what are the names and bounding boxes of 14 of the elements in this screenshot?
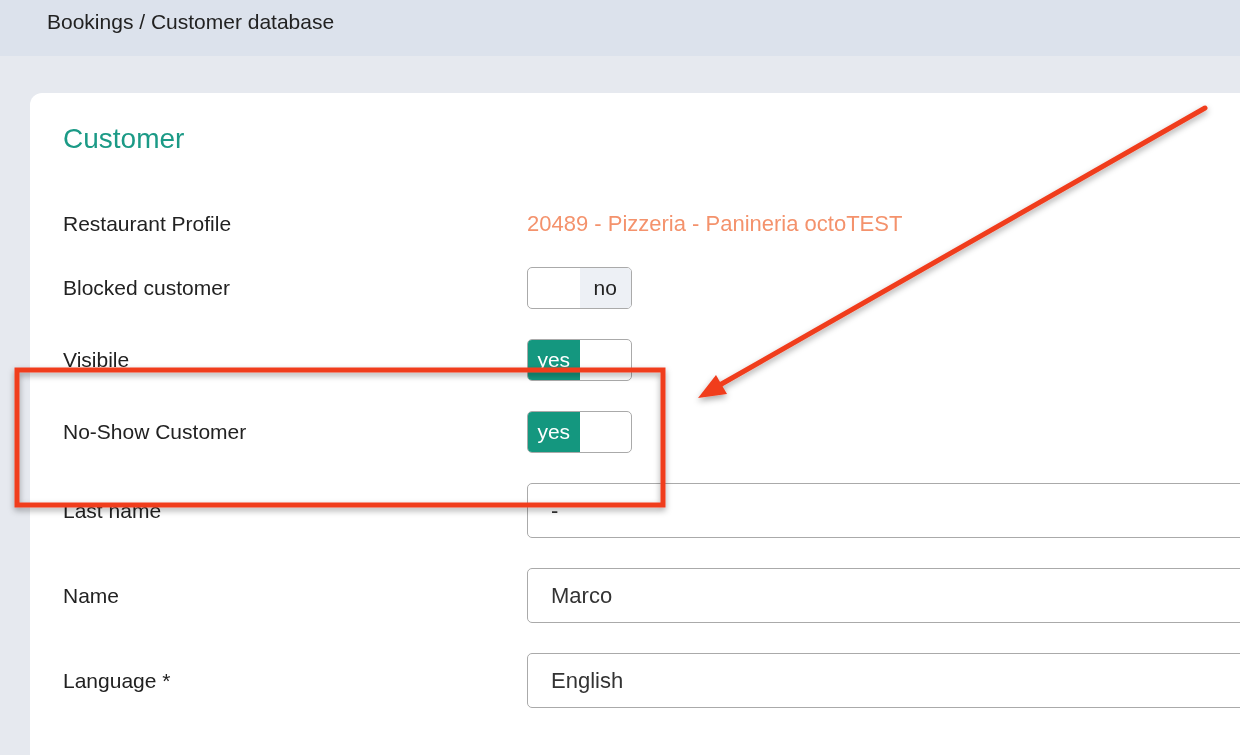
input-field[interactable]: English xyxy=(527,653,1240,708)
input-field[interactable]: Marco xyxy=(527,568,1240,623)
input-field[interactable]: - xyxy=(527,483,1240,538)
field-label: Language * xyxy=(63,668,172,693)
field-label: Restaurant Profile xyxy=(63,212,233,236)
field-label: No-Show Customer xyxy=(63,420,248,444)
breadcrumb: Bookings / Customer database xyxy=(47,10,335,33)
field-label: Last name xyxy=(63,498,163,523)
field-label: Name xyxy=(63,583,121,608)
toggle-switch[interactable]: no xyxy=(527,267,632,309)
card-title: Customer xyxy=(63,122,186,156)
field-label: Visibile xyxy=(63,348,131,372)
field-label: Blocked customer xyxy=(63,276,231,300)
toggle-switch[interactable]: yes xyxy=(527,411,632,453)
